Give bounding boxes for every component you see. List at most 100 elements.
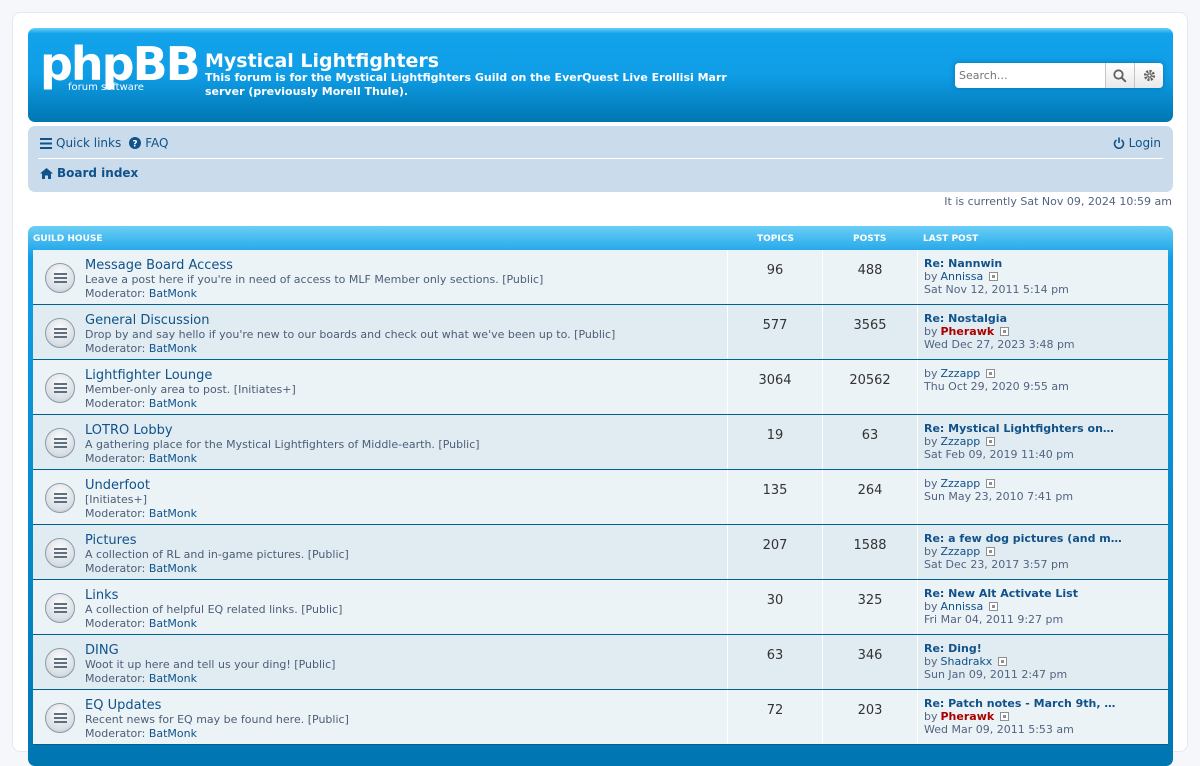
last-post-title-link[interactable]: Re: Mystical Lightfighters on… xyxy=(924,422,1168,435)
last-post-user-link[interactable]: Annissa xyxy=(941,600,984,613)
forum-row: DING Woot it up here and tell us your din… xyxy=(33,635,1168,690)
moderator-link[interactable]: BatMonk xyxy=(149,507,197,520)
search-input[interactable] xyxy=(955,63,1105,88)
forum-main: EQ Updates Recent news for EQ may be foun… xyxy=(33,690,727,744)
search-icon xyxy=(1113,68,1127,83)
quick-links-menu[interactable]: Quick links xyxy=(40,136,121,150)
last-post: Re: New Alt Activate List by Annissa Fri M… xyxy=(917,580,1168,634)
last-post-title-link[interactable]: Re: Patch notes - March 9th, … xyxy=(924,697,1168,710)
forum-description: A collection of helpful EQ related links… xyxy=(85,603,343,616)
forum-moderator: Moderator: BatMonk xyxy=(85,452,197,465)
forum-row: LOTRO Lobby A gathering place for the Mys… xyxy=(33,415,1168,470)
forum-row: General Discussion Drop by and say hello … xyxy=(33,305,1168,360)
forum-moderator: Moderator: BatMonk xyxy=(85,342,197,355)
forum-main: General Discussion Drop by and say hello … xyxy=(33,305,727,359)
last-post-title-link[interactable]: Re: a few dog pictures (and m… xyxy=(924,532,1168,545)
last-post: by Zzzapp Sun May 23, 2010 7:41 pm xyxy=(917,470,1168,524)
forum-moderator: Moderator: BatMonk xyxy=(85,507,197,520)
last-post-author: by Annissa xyxy=(924,600,1168,613)
last-post-title-link[interactable]: Re: Nannwin xyxy=(924,257,1168,270)
quick-links-label: Quick links xyxy=(56,136,122,150)
forum-read-icon xyxy=(45,538,75,568)
search-button[interactable] xyxy=(1105,63,1134,88)
forum-title-link[interactable]: Message Board Access xyxy=(85,258,233,273)
by-label: by xyxy=(924,270,938,283)
last-post-date: Sun Jan 09, 2011 2:47 pm xyxy=(924,668,1068,681)
forum-title-link[interactable]: DING xyxy=(85,643,119,658)
view-latest-post-icon[interactable] xyxy=(998,657,1008,666)
last-post-title-link[interactable]: Re: New Alt Activate List xyxy=(924,587,1168,600)
forum-category: GUILD HOUSE TOPICS POSTS LAST POST Messa… xyxy=(28,226,1173,766)
last-post-user-link[interactable]: Pherawk xyxy=(941,325,995,338)
forum-title-link[interactable]: Lightfighter Lounge xyxy=(85,368,212,383)
posts-count: 264 xyxy=(822,470,917,524)
forum-main: Underfoot [Initiates+] Moderator: BatMonk xyxy=(33,470,727,524)
last-post-date: Sat Nov 12, 2011 5:14 pm xyxy=(924,283,1069,296)
last-post-user-link[interactable]: Pherawk xyxy=(941,710,995,723)
site-logo[interactable]: phpBB forum software xyxy=(40,38,201,98)
power-icon xyxy=(1113,137,1124,149)
moderator-link[interactable]: BatMonk xyxy=(149,672,197,685)
forum-description: Drop by and say hello if you're new to o… xyxy=(85,328,616,341)
home-icon xyxy=(40,167,53,179)
faq-label: FAQ xyxy=(145,136,169,150)
posts-count: 346 xyxy=(822,635,917,689)
view-latest-post-icon[interactable] xyxy=(1000,712,1010,721)
last-post-user-link[interactable]: Shadrakx xyxy=(941,655,993,668)
last-post-user-link[interactable]: Zzzapp xyxy=(941,367,981,380)
moderator-link[interactable]: BatMonk xyxy=(149,727,197,740)
posts-count: 3565 xyxy=(822,305,917,359)
moderator-label: Moderator: xyxy=(85,617,146,630)
last-post: Re: a few dog pictures (and m… by Zzzapp S… xyxy=(917,525,1168,579)
last-post-title-link[interactable]: Re: Nostalgia xyxy=(924,312,1168,325)
moderator-link[interactable]: BatMonk xyxy=(149,287,197,300)
moderator-label: Moderator: xyxy=(85,507,146,520)
topics-count: 30 xyxy=(727,580,822,634)
view-latest-post-icon[interactable] xyxy=(986,479,996,488)
posts-count: 20562 xyxy=(822,360,917,414)
forum-title-link[interactable]: LOTRO Lobby xyxy=(85,423,173,438)
moderator-label: Moderator: xyxy=(85,452,146,465)
last-post-user-link[interactable]: Zzzapp xyxy=(941,545,981,558)
moderator-link[interactable]: BatMonk xyxy=(149,617,197,630)
by-label: by xyxy=(924,545,938,558)
by-label: by xyxy=(924,435,938,448)
login-link[interactable]: Login xyxy=(1113,136,1161,150)
last-post-date: Sat Feb 09, 2019 11:40 pm xyxy=(924,448,1074,461)
last-post-user-link[interactable]: Annissa xyxy=(941,270,984,283)
view-latest-post-icon[interactable] xyxy=(1000,327,1010,336)
topics-count: 3064 xyxy=(727,360,822,414)
login-label: Login xyxy=(1128,136,1161,150)
view-latest-post-icon[interactable] xyxy=(986,547,996,556)
category-title[interactable]: GUILD HOUSE xyxy=(33,234,103,244)
nav-divider xyxy=(38,158,1163,159)
board-index-link[interactable]: Board index xyxy=(57,166,138,180)
forum-main: Pictures A collection of RL and in-game p… xyxy=(33,525,727,579)
last-post-user-link[interactable]: Zzzapp xyxy=(941,435,981,448)
moderator-link[interactable]: BatMonk xyxy=(149,562,197,575)
moderator-link[interactable]: BatMonk xyxy=(149,397,197,410)
moderator-link[interactable]: BatMonk xyxy=(149,342,197,355)
by-label: by xyxy=(924,710,938,723)
posts-count: 63 xyxy=(822,415,917,469)
view-latest-post-icon[interactable] xyxy=(989,272,999,281)
by-label: by xyxy=(924,367,938,380)
forum-title-link[interactable]: EQ Updates xyxy=(85,698,161,713)
breadcrumb: Board index xyxy=(40,166,138,180)
forum-title-link[interactable]: Underfoot xyxy=(85,478,150,493)
view-latest-post-icon[interactable] xyxy=(989,602,999,611)
last-post-date: Wed Dec 27, 2023 3:48 pm xyxy=(924,338,1075,351)
forum-moderator: Moderator: BatMonk xyxy=(85,562,197,575)
view-latest-post-icon[interactable] xyxy=(986,369,996,378)
view-latest-post-icon[interactable] xyxy=(986,437,996,446)
forum-description: Member-only area to post. [Initiates+] xyxy=(85,383,296,396)
moderator-link[interactable]: BatMonk xyxy=(149,452,197,465)
faq-link[interactable]: ? FAQ xyxy=(129,136,168,150)
last-post-user-link[interactable]: Zzzapp xyxy=(941,477,981,490)
forum-title-link[interactable]: General Discussion xyxy=(85,313,210,328)
forum-title-link[interactable]: Links xyxy=(85,588,118,603)
advanced-search-button[interactable] xyxy=(1134,63,1163,88)
last-post-title-link[interactable]: Re: Ding! xyxy=(924,642,1168,655)
last-post-date: Sat Dec 23, 2017 3:57 pm xyxy=(924,558,1069,571)
forum-title-link[interactable]: Pictures xyxy=(85,533,136,548)
